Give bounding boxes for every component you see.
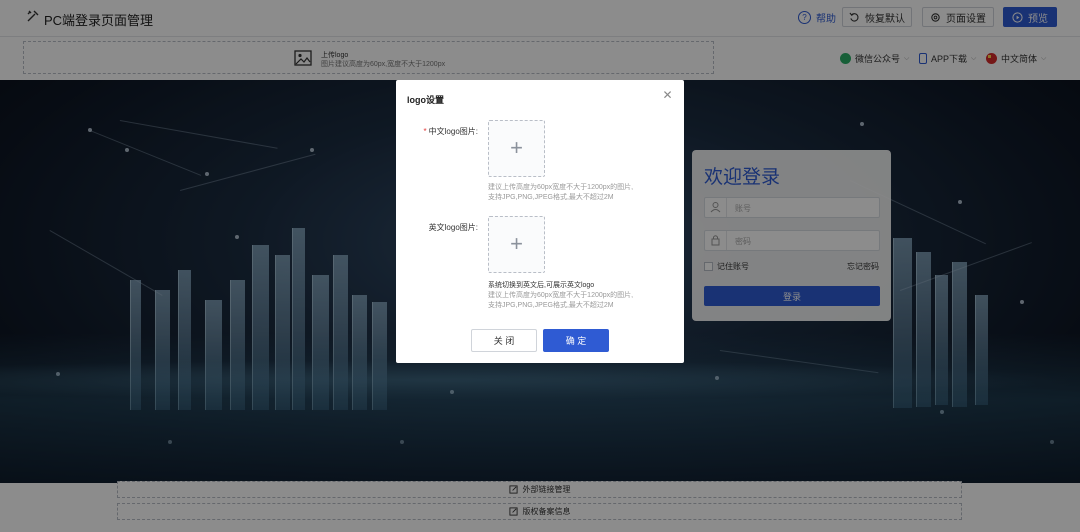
cn-logo-hint-line-2: 支持JPG,PNG,JPEG格式,最大不超过2M	[488, 194, 614, 201]
en-logo-hint-line-1: 建议上传高度为60px宽度不大于1200px的图片,	[488, 292, 634, 299]
cn-logo-hint: 建议上传高度为60px宽度不大于1200px的图片, 支持JPG,PNG,JPE…	[488, 183, 668, 203]
en-logo-hint-line-2: 支持JPG,PNG,JPEG格式,最大不超过2M	[488, 302, 614, 309]
logo-settings-modal: logo设置 ✕ * 中文logo图片: + 建议上传高度为60px宽度不大于12…	[396, 80, 684, 363]
modal-confirm-button[interactable]: 确 定	[543, 329, 609, 352]
cn-logo-uploader[interactable]: +	[488, 120, 545, 177]
cn-logo-hint-line-1: 建议上传高度为60px宽度不大于1200px的图片,	[488, 184, 634, 191]
required-mark: *	[423, 127, 427, 136]
cn-logo-label: * 中文logo图片:	[398, 126, 478, 137]
modal-title: logo设置	[407, 95, 444, 105]
plus-icon: +	[510, 135, 523, 160]
close-icon[interactable]: ✕	[662, 89, 673, 101]
en-logo-hint: 建议上传高度为60px宽度不大于1200px的图片, 支持JPG,PNG,JPE…	[488, 291, 668, 311]
modal-close-button[interactable]: 关 闭	[471, 329, 537, 352]
plus-icon: +	[510, 231, 523, 256]
cn-logo-label-text: 中文logo图片:	[428, 127, 478, 136]
en-logo-note: 系统切换到英文后,可展示英文logo	[488, 282, 595, 289]
en-logo-uploader[interactable]: +	[488, 216, 545, 273]
en-logo-label: 英文logo图片:	[428, 223, 478, 232]
